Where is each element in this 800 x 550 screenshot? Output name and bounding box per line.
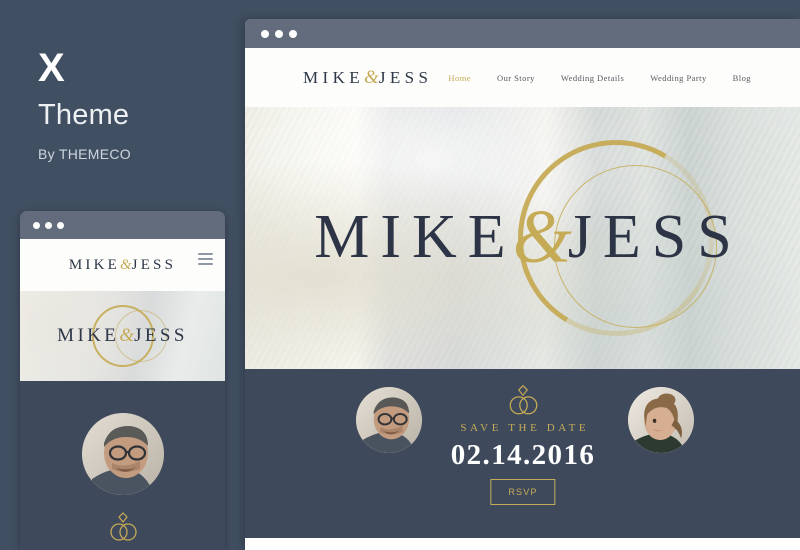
hero-ampersand: &	[119, 325, 135, 346]
hero-first-word: MIKE	[314, 203, 517, 271]
nav-item-our-story[interactable]: Our Story	[497, 73, 535, 83]
logo-first-word: MIKE	[68, 256, 120, 273]
mobile-hero-section: MIKE&JESS	[20, 291, 225, 381]
mobile-hero-title: MIKE&JESS	[57, 325, 188, 347]
hero-second-word: JESS	[134, 325, 188, 346]
groom-avatar	[81, 413, 164, 495]
mobile-save-the-date-section	[20, 381, 225, 550]
nav-item-wedding-party[interactable]: Wedding Party	[650, 73, 706, 83]
window-dot-icon	[33, 221, 40, 229]
mobile-site-logo: MIKE&JESS	[69, 257, 176, 274]
nav-item-wedding-details[interactable]: Wedding Details	[561, 73, 624, 83]
desktop-preview-mockup[interactable]: MIKE&JESS Home Our Story Wedding Details…	[245, 19, 800, 550]
window-dot-icon	[275, 29, 283, 38]
wedding-rings-icon	[106, 512, 140, 547]
window-dot-icon	[261, 29, 269, 38]
mobile-site-header: MIKE&JESS	[20, 239, 225, 291]
nav-item-blog[interactable]: Blog	[733, 73, 751, 83]
desktop-browser-chrome	[245, 19, 800, 48]
save-the-date-section: SAVE THE DATE 02.14.2016 RSVP	[245, 369, 800, 538]
hero-ampersand: &	[512, 195, 572, 279]
theme-logo-letter: X	[38, 46, 65, 90]
hero-section: MIKE&JESS	[245, 107, 800, 369]
theme-name: Theme	[38, 99, 130, 131]
logo-second-word: JESS	[378, 67, 433, 87]
hero-title: MIKE&JESS	[245, 199, 800, 275]
save-the-date-label: SAVE THE DATE	[460, 422, 590, 434]
bride-avatar	[628, 387, 694, 453]
window-dot-icon	[45, 221, 52, 229]
logo-ampersand: &	[364, 66, 379, 88]
site-navbar: MIKE&JESS Home Our Story Wedding Details…	[245, 48, 800, 107]
avatar-image	[628, 387, 694, 453]
hero-second-word: JESS	[567, 203, 743, 271]
theme-author: By THEMECO	[38, 145, 131, 162]
window-dot-icon	[57, 221, 64, 229]
wedding-rings-icon	[505, 384, 541, 421]
site-logo[interactable]: MIKE&JESS	[303, 67, 432, 89]
hero-first-word: MIKE	[57, 325, 120, 346]
window-dot-icon	[289, 29, 297, 38]
theme-preview-card: X Theme By THEMECO MIKE&JESS MIKE&JESS M…	[0, 0, 800, 550]
site-content-below-fold	[245, 538, 800, 550]
logo-second-word: JESS	[131, 256, 177, 273]
mobile-browser-chrome	[20, 211, 225, 239]
primary-navigation: Home Our Story Wedding Details Wedding P…	[448, 73, 775, 83]
avatar-image	[81, 413, 164, 495]
logo-ampersand: &	[119, 256, 132, 273]
rsvp-button[interactable]: RSVP	[490, 479, 556, 505]
nav-item-home[interactable]: Home	[448, 73, 471, 83]
brand-block: X Theme By THEMECO	[38, 48, 131, 162]
mobile-preview-mockup[interactable]: MIKE&JESS MIKE&JESS	[20, 211, 225, 550]
logo-first-word: MIKE	[303, 67, 365, 87]
hamburger-icon[interactable]	[198, 253, 213, 265]
wedding-date: 02.14.2016	[450, 439, 596, 471]
